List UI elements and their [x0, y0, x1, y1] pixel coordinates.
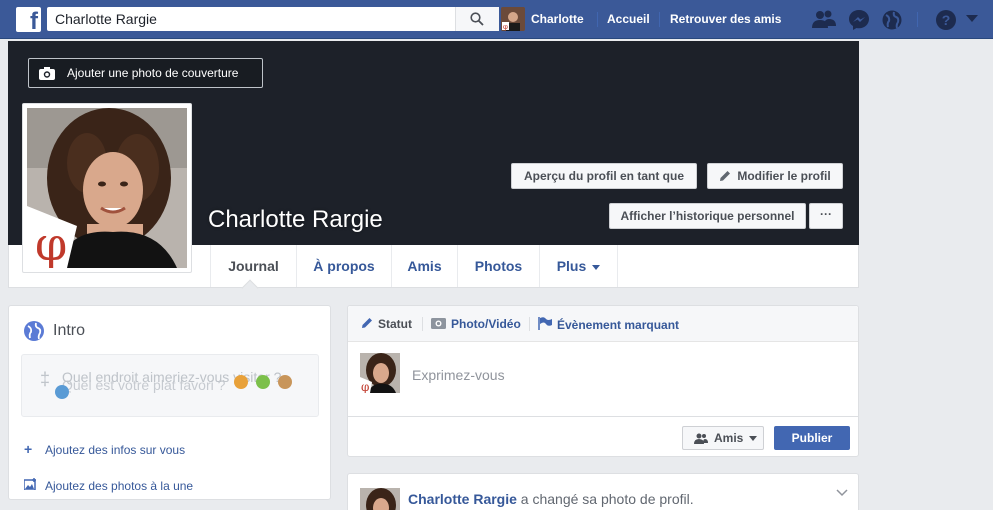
feed-story: Charlotte Rargie a changé sa photo de pr… [347, 473, 859, 510]
intro-prompt-line-2: Quel est votre plat favori ? [62, 377, 226, 393]
help-icon[interactable]: ? [935, 9, 957, 31]
story-action-text: a changé sa photo de profil. [516, 491, 694, 507]
activity-log-button[interactable]: Afficher l’historique personnel [609, 203, 806, 229]
facebook-logo[interactable]: f [16, 7, 41, 35]
more-options-label: ··· [820, 207, 832, 221]
account-menu-chevron-icon[interactable] [966, 15, 978, 23]
story-headline: Charlotte Rargie a changé sa photo de pr… [408, 491, 694, 507]
add-info-link[interactable]: + Ajoutez des infos sur vous [24, 441, 185, 457]
flag-icon [538, 317, 552, 330]
publish-button[interactable]: Publier [774, 426, 850, 450]
tab-more-label: Plus [556, 258, 587, 274]
add-info-label: Ajoutez des infos sur vous [45, 443, 186, 457]
view-as-label: Aperçu du profil en tant que [523, 169, 684, 183]
tab-journal[interactable]: Journal [210, 245, 296, 287]
nav-find-friends-link[interactable]: Retrouver des amis [670, 0, 781, 39]
dagger-icon: ‡ [40, 369, 51, 389]
nav-divider [597, 12, 598, 27]
add-cover-photo-button[interactable]: Ajouter une photo de couverture [28, 58, 263, 88]
audience-selector[interactable]: Amis [682, 426, 764, 450]
nav-home-link[interactable]: Accueil [607, 0, 650, 39]
profile-picture[interactable]: φ [22, 103, 192, 273]
nav-divider [917, 12, 918, 27]
audience-label: Amis [714, 431, 744, 445]
profile-badge-glyph: φ [35, 217, 67, 268]
chevron-down-icon [592, 264, 601, 270]
plus-icon: + [24, 441, 33, 457]
apple-emoji-icon [256, 375, 270, 389]
composer-tab-life-event[interactable]: Évènement marquant [538, 317, 679, 332]
composer-tab-divider [422, 317, 423, 331]
profile-name[interactable]: Charlotte Rargie [208, 206, 383, 234]
tab-photos[interactable]: Photos [457, 245, 539, 287]
search-input[interactable] [47, 7, 452, 31]
nav-user-avatar[interactable]: φ [501, 7, 525, 31]
friend-requests-icon[interactable] [812, 9, 836, 29]
composer-tab-photo-video-label: Photo/Vidéo [451, 317, 521, 331]
intro-prompt-box[interactable]: ‡ Quel endroit aimeriez-vous visiter ? Q… [21, 354, 319, 417]
composer-avatar-glyph: φ [361, 380, 369, 393]
pencil-icon [720, 171, 730, 181]
add-cover-photo-label: Ajouter une photo de couverture [67, 66, 239, 80]
composer-input[interactable]: Exprimez-vous [412, 367, 505, 383]
tab-about[interactable]: À propos [296, 245, 391, 287]
composer-tab-life-event-label: Évènement marquant [557, 318, 680, 332]
svg-text:?: ? [942, 12, 951, 28]
tab-more[interactable]: Plus [539, 245, 618, 287]
search-box [47, 7, 499, 31]
intro-card: Intro ‡ Quel endroit aimeriez-vous visit… [8, 305, 331, 500]
pencil-icon [362, 318, 372, 328]
composer-tabs: Statut Photo/Vidéo Évènement marquant [348, 306, 858, 342]
add-featured-photos-link[interactable]: Ajoutez des photos à la une [23, 477, 194, 493]
nav-profile-link[interactable]: Charlotte [531, 0, 584, 39]
svg-text:φ: φ [503, 23, 508, 31]
post-composer: Statut Photo/Vidéo Évènement marquant φ … [347, 305, 859, 457]
cookie-emoji-icon [278, 375, 292, 389]
messenger-icon[interactable] [848, 9, 870, 31]
story-avatar[interactable] [360, 488, 400, 510]
composer-tab-photo-video[interactable]: Photo/Vidéo [431, 317, 521, 331]
camera-icon [431, 318, 446, 329]
view-as-button[interactable]: Aperçu du profil en tant que [511, 163, 697, 189]
composer-tab-divider [529, 317, 530, 331]
pizza-emoji-icon [234, 375, 248, 389]
add-photo-icon [23, 477, 38, 493]
top-navigation-bar: f φ Charlotte Accueil Retrouver des amis… [0, 0, 993, 39]
tab-friends[interactable]: Amis [391, 245, 457, 287]
story-actor-link[interactable]: Charlotte Rargie [408, 491, 517, 507]
facebook-logo-letter: f [30, 8, 38, 35]
nav-divider [659, 12, 660, 27]
friends-icon [694, 433, 708, 444]
edit-profile-label: Modifier le profil [737, 169, 831, 183]
composer-footer: Amis Publier [348, 416, 858, 456]
edit-profile-button[interactable]: Modifier le profil [707, 163, 843, 189]
add-featured-photos-label: Ajoutez des photos à la une [45, 479, 194, 493]
composer-avatar: φ [360, 353, 400, 393]
globe-icon [24, 321, 44, 341]
intro-title: Intro [53, 322, 86, 339]
composer-tab-status[interactable]: Statut [361, 317, 412, 331]
composer-tab-status-label: Statut [378, 317, 412, 331]
profile-photo: φ [27, 108, 187, 268]
notifications-globe-icon[interactable] [881, 9, 903, 31]
camera-icon [39, 67, 55, 80]
chevron-down-icon[interactable] [836, 489, 848, 497]
more-options-button[interactable]: ··· [809, 203, 843, 229]
activity-log-label: Afficher l’historique personnel [620, 209, 795, 223]
search-button[interactable] [455, 7, 499, 31]
search-icon [470, 12, 484, 26]
chevron-down-icon [749, 436, 757, 441]
earth-emoji-icon [55, 385, 69, 399]
